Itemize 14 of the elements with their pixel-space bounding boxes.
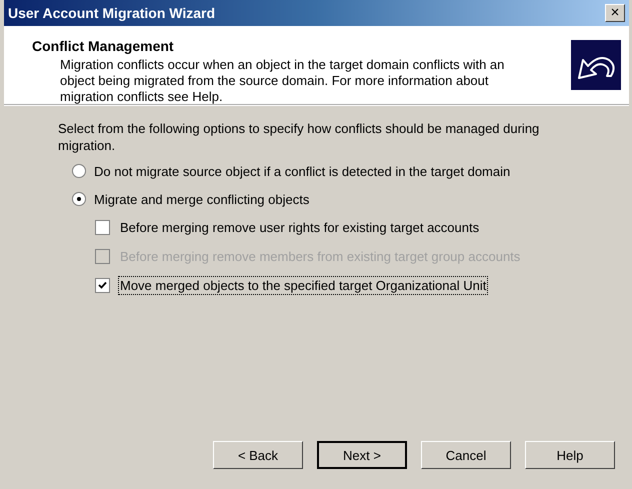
page-title: Conflict Management	[32, 38, 175, 54]
radio-option[interactable]: Do not migrate source object if a conflict is detected in the target domain	[72, 162, 629, 180]
wizard-button[interactable]: Help	[525, 441, 615, 469]
close-button[interactable]: ×	[605, 4, 625, 22]
wizard-button[interactable]: < Back	[213, 441, 303, 469]
checkbox-option[interactable]: Before merging remove user rights for existing target accounts	[95, 218, 629, 236]
checkmark-icon	[98, 280, 107, 290]
wizard-button[interactable]: Cancel	[421, 441, 511, 469]
instruction-text: Select from the following options to specify how conflicts should be managed during migration.	[58, 120, 540, 154]
wizard-button[interactable]: Next >	[317, 441, 407, 469]
page-description: Migration conflicts occur when an object in the target domain conflicts with an object being migrated from the source domain. For more information about migration conflicts see Help.	[60, 57, 506, 105]
window-title: User Account Migration Wizard	[8, 5, 216, 21]
radio-option[interactable]: Migrate and merge conflicting objects	[72, 190, 629, 208]
arrow-logo-icon	[571, 40, 621, 90]
